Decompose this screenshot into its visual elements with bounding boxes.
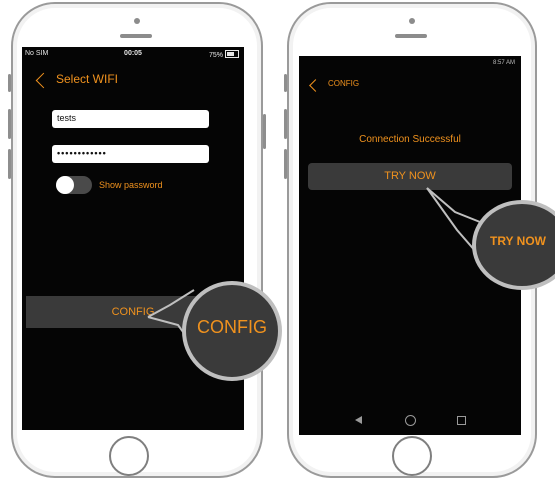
try-now-magnifier-label: TRY NOW — [490, 234, 546, 248]
